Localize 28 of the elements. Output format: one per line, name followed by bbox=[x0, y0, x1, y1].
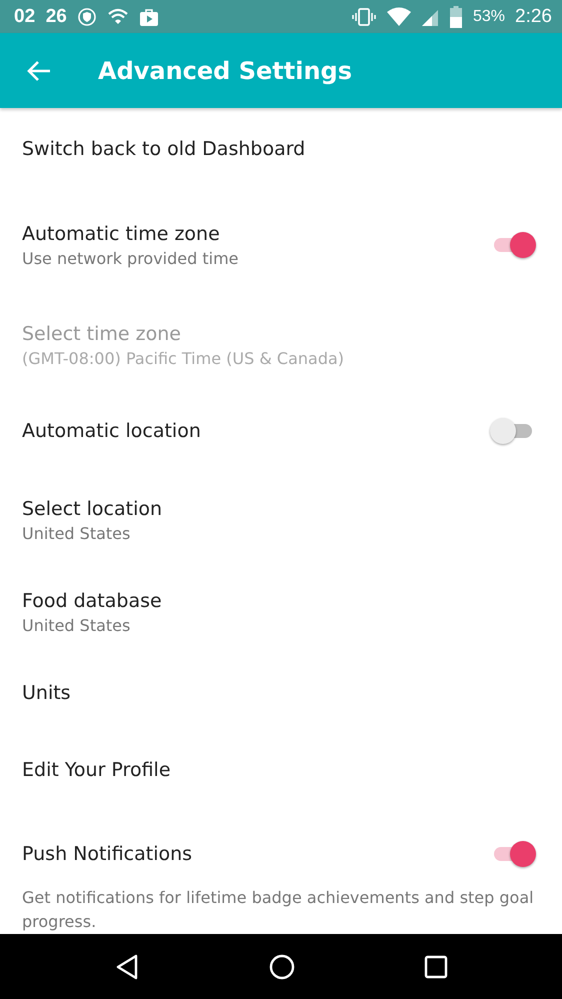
setting-title[interactable]: Automatic time zone bbox=[22, 222, 239, 244]
back-icon[interactable] bbox=[114, 953, 140, 981]
screen-title: Advanced Settings bbox=[98, 56, 352, 84]
setting-value: United States bbox=[22, 616, 132, 634]
setting-title[interactable]: Edit Your Profile bbox=[22, 759, 171, 781]
setting-title: Select time zone bbox=[22, 322, 182, 344]
play-store-icon bbox=[138, 6, 159, 26]
shield-icon bbox=[76, 6, 97, 26]
vibrate-icon bbox=[350, 6, 377, 26]
setting-title[interactable]: Push Notifications bbox=[22, 843, 192, 865]
setting-value: Use network provided time bbox=[22, 248, 239, 268]
setting-value: (GMT-08:00) Pacific Time (US & Canada) bbox=[22, 348, 344, 368]
battery-percent: 53% bbox=[472, 8, 506, 26]
battery-icon bbox=[448, 6, 463, 28]
home-icon[interactable] bbox=[268, 953, 296, 981]
back-arrow-icon[interactable] bbox=[26, 60, 52, 82]
setting-title[interactable]: Food database bbox=[22, 590, 162, 612]
setting-title[interactable]: Units bbox=[22, 682, 71, 704]
wifi-signal-icon bbox=[386, 6, 411, 26]
setting-title[interactable]: Switch back to old Dashboard bbox=[22, 138, 306, 160]
status-clock: 02 26 bbox=[14, 6, 67, 28]
recents-icon[interactable] bbox=[424, 955, 448, 979]
setting-description: Get notifications for lifetime badge achievements and step goal progress. bbox=[22, 887, 535, 933]
status-clock: 2:26 bbox=[515, 6, 552, 28]
wifi-icon bbox=[106, 6, 129, 26]
setting-title[interactable]: Automatic location bbox=[22, 420, 201, 442]
setting-value: United States bbox=[22, 524, 132, 542]
setting-title[interactable]: Select location bbox=[22, 498, 162, 520]
